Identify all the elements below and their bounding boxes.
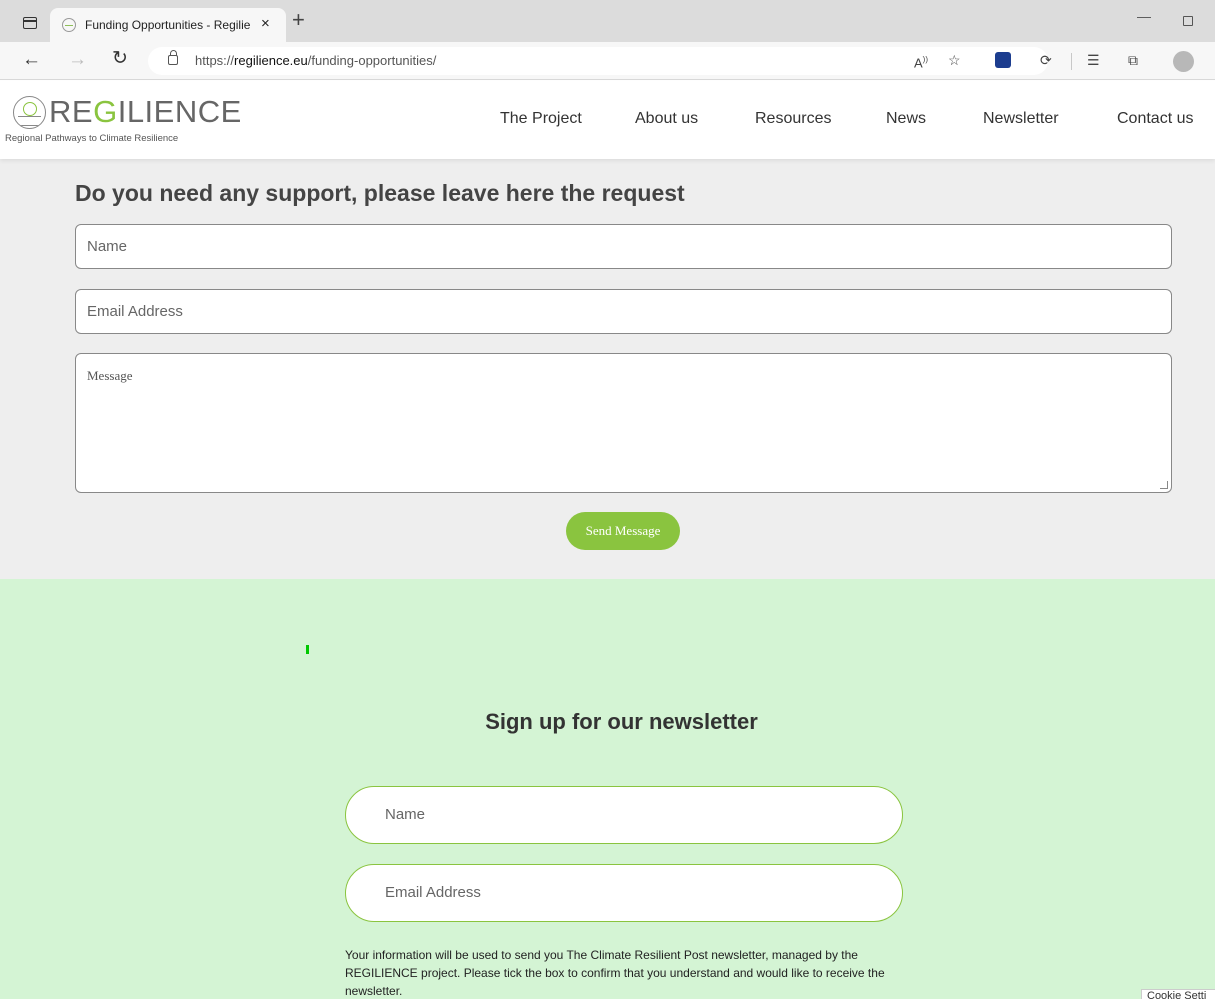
lock-icon[interactable] [168, 50, 178, 65]
newsletter-name-placeholder: Name [385, 806, 426, 823]
add-favorite-icon[interactable]: ☆ [948, 51, 961, 69]
newsletter-email-placeholder: Email Address [385, 884, 481, 901]
nav-link-about-us[interactable]: About us [635, 110, 698, 128]
nav-link-the-project[interactable]: The Project [500, 110, 582, 128]
contact-email-input[interactable]: Email Address [75, 289, 1172, 334]
send-message-button[interactable]: Send Message [566, 512, 680, 550]
address-bar[interactable]: https://regilience.eu/funding-opportunit… [148, 47, 1048, 75]
newsletter-section: Sign up for our newsletter Name Email Ad… [0, 579, 1215, 999]
collections-icon[interactable]: ⧉ [1128, 51, 1138, 69]
nav-link-resources[interactable]: Resources [755, 110, 831, 128]
contact-message-placeholder: Message [87, 368, 133, 383]
cookie-settings-tab[interactable]: Cookie Setti [1141, 989, 1215, 999]
tab-title: Funding Opportunities - Regilien [85, 18, 250, 32]
site-header: REGILIENCE Regional Pathways to Climate … [0, 81, 1215, 159]
back-arrow-icon[interactable]: ← [22, 49, 41, 71]
nav-link-news[interactable]: News [886, 110, 926, 128]
url-text[interactable]: https://regilience.eu/funding-opportunit… [195, 53, 436, 68]
newsletter-disclaimer: Your information will be used to send yo… [345, 948, 885, 998]
close-tab-icon[interactable]: × [261, 15, 270, 32]
favorites-icon[interactable]: ☰ [1087, 51, 1100, 69]
site-favicon-icon [62, 18, 76, 32]
contact-message-textarea[interactable]: Message [75, 353, 1172, 493]
profile-avatar-icon[interactable] [1173, 51, 1194, 72]
extensions-puzzle-icon[interactable]: ⟳ [1040, 51, 1052, 69]
contact-name-input[interactable]: Name [75, 224, 1172, 269]
contact-email-placeholder: Email Address [87, 303, 183, 320]
tab-actions-icon[interactable] [23, 17, 37, 29]
extension-icon[interactable] [995, 52, 1011, 68]
new-tab-icon[interactable]: + [292, 9, 305, 31]
newsletter-title: Sign up for our newsletter [485, 709, 758, 734]
support-request-section: Do you need any support, please leave he… [0, 159, 1215, 579]
site-logo-text[interactable]: REGILIENCE [49, 95, 242, 129]
forward-arrow-icon[interactable]: → [68, 49, 87, 71]
newsletter-email-input[interactable]: Email Address [345, 864, 903, 922]
toolbar-divider [1071, 53, 1072, 70]
site-tagline: Regional Pathways to Climate Resilience [5, 133, 179, 144]
nav-link-contact-us[interactable]: Contact us [1117, 110, 1193, 128]
support-section-title: Do you need any support, please leave he… [75, 180, 685, 206]
read-aloud-icon[interactable]: A)) [914, 51, 928, 72]
green-marker [306, 645, 309, 654]
minimize-icon[interactable]: — [1137, 8, 1151, 24]
reload-icon[interactable]: ↻ [112, 47, 128, 70]
browser-tab-bar: Funding Opportunities - Regilien × + — [0, 0, 1215, 42]
browser-tab[interactable]: Funding Opportunities - Regilien × [50, 8, 286, 42]
nav-link-newsletter[interactable]: Newsletter [983, 110, 1059, 128]
browser-toolbar: ← → ↻ https://regilience.eu/funding-oppo… [0, 42, 1215, 80]
newsletter-name-input[interactable]: Name [345, 786, 903, 844]
contact-name-placeholder: Name [87, 238, 128, 255]
regilience-logo-icon[interactable] [13, 96, 46, 129]
maximize-icon[interactable] [1183, 16, 1193, 26]
resize-handle-icon[interactable] [1160, 481, 1168, 489]
